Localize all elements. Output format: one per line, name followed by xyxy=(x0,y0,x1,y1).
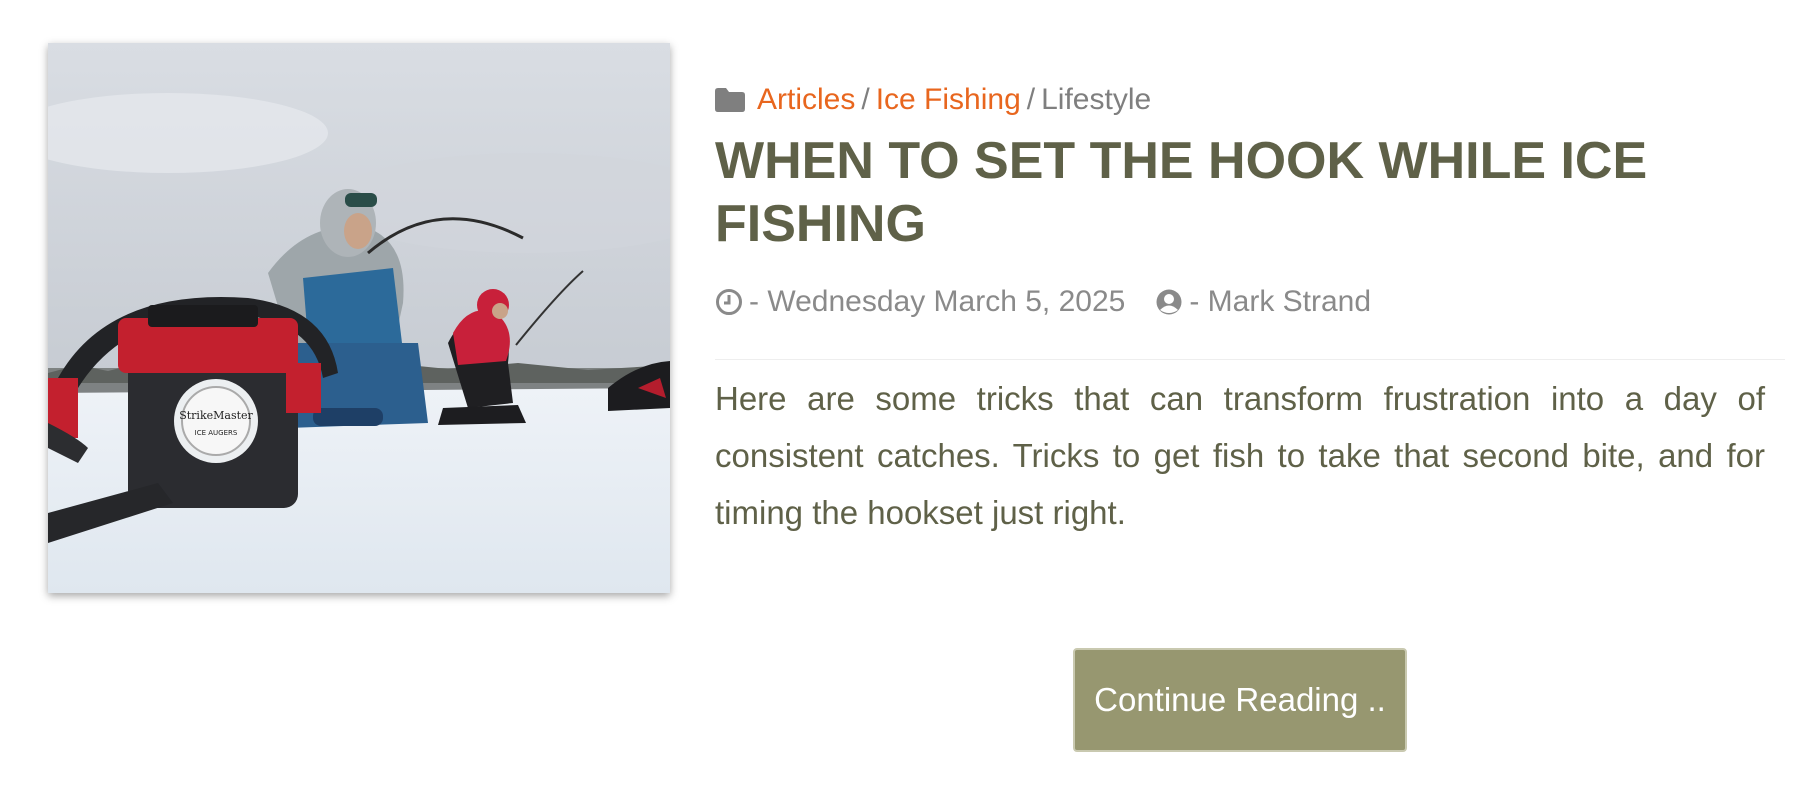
ice-fishing-photo: StrikeMaster ICE AUGERS xyxy=(48,43,670,593)
post-author[interactable]: - Mark Strand xyxy=(1189,285,1371,319)
divider xyxy=(715,359,1785,360)
category-link-ice-fishing[interactable]: Ice Fishing xyxy=(876,78,1021,122)
category-link-articles[interactable]: Articles xyxy=(757,78,855,122)
user-circle-icon xyxy=(1156,289,1182,315)
category-lifestyle: Lifestyle xyxy=(1041,83,1152,116)
auger-brand-logo: StrikeMaster xyxy=(179,409,253,422)
post-body: Articles / Ice Fishing / Lifestyle WHEN … xyxy=(715,78,1785,574)
category-separator: / xyxy=(861,83,870,116)
continue-reading-button[interactable]: Continue Reading .. xyxy=(1073,648,1407,752)
post-thumbnail[interactable]: StrikeMaster ICE AUGERS xyxy=(48,43,670,593)
auger-brand-sub: ICE AUGERS xyxy=(195,429,238,437)
post-title[interactable]: WHEN TO SET THE HOOK WHILE ICE FISHING xyxy=(715,130,1785,256)
post-categories: Articles / Ice Fishing / Lifestyle xyxy=(715,78,1785,122)
post-meta: - Wednesday March 5, 2025 - Mark Strand xyxy=(715,282,1785,322)
folder-icon xyxy=(715,88,745,112)
post-date: - Wednesday March 5, 2025 xyxy=(749,285,1126,318)
post-excerpt: Here are some tricks that can transform … xyxy=(715,380,1765,531)
clock-icon xyxy=(716,289,742,315)
category-separator: / xyxy=(1026,83,1036,116)
